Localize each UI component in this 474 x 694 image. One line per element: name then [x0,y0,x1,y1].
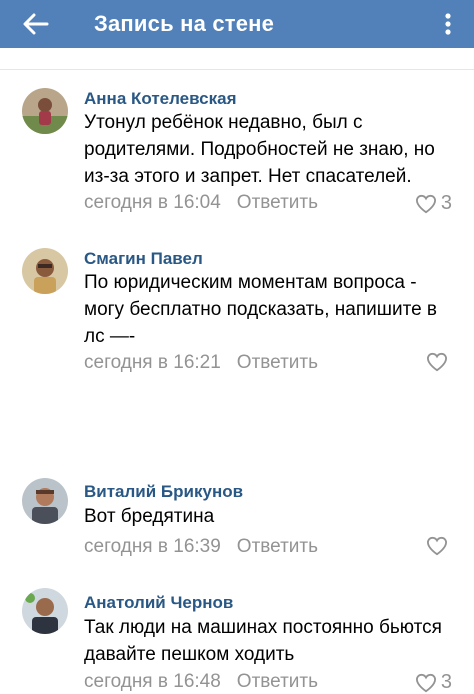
more-options-button[interactable] [436,0,460,48]
comment-author[interactable]: Анатолий Чернов [84,593,233,613]
app-bar: Запись на стене [0,0,474,48]
reply-button[interactable]: Ответить [237,536,318,557]
comment-meta: сегодня в 16:04 Ответить [84,192,318,214]
avatar[interactable] [22,588,68,634]
back-button[interactable] [0,0,72,48]
reply-button[interactable]: Ответить [237,671,318,692]
comment-timestamp: сегодня в 16:48 [84,671,221,692]
like-button[interactable]: 3 [415,192,452,215]
like-count: 3 [440,671,452,693]
like-button[interactable]: 3 [415,671,452,694]
comment-text: Вот бредятина [84,506,215,527]
heart-outline-icon [415,673,436,692]
avatar[interactable] [22,88,68,134]
comment-text: Утонул ребёнок недавно, был с родителями… [84,112,435,187]
heart-outline-icon [415,194,436,213]
like-count: 3 [440,192,452,214]
heart-outline-icon [426,352,448,372]
avatar[interactable] [22,248,68,294]
more-vertical-icon [445,13,451,35]
comment-text: По юридическим моментам вопроса - могу б… [84,272,438,347]
comment-meta: сегодня в 16:39 Ответить [84,536,318,558]
comment-timestamp: сегодня в 16:39 [84,536,221,557]
reply-button[interactable]: Ответить [237,352,318,373]
comment-meta: сегодня в 16:48 Ответить [84,671,318,693]
comment-text: Так люди на машинах постоянно бьются дав… [84,617,442,665]
comment-author[interactable]: Смагин Павел [84,249,203,269]
heart-outline-icon [426,536,448,556]
reply-button[interactable]: Ответить [237,192,318,213]
like-button[interactable] [426,536,452,556]
avatar[interactable] [22,478,68,524]
comment-author[interactable]: Анна Котелевская [84,89,237,109]
comment-meta: сегодня в 16:21 Ответить [84,352,318,374]
comment-timestamp: сегодня в 16:04 [84,192,221,213]
arrow-left-icon [23,13,49,35]
page-title: Запись на стене [94,11,275,36]
divider [0,69,474,70]
comment-author[interactable]: Виталий Брикунов [84,482,243,502]
like-button[interactable] [426,352,452,372]
comment-timestamp: сегодня в 16:21 [84,352,221,373]
